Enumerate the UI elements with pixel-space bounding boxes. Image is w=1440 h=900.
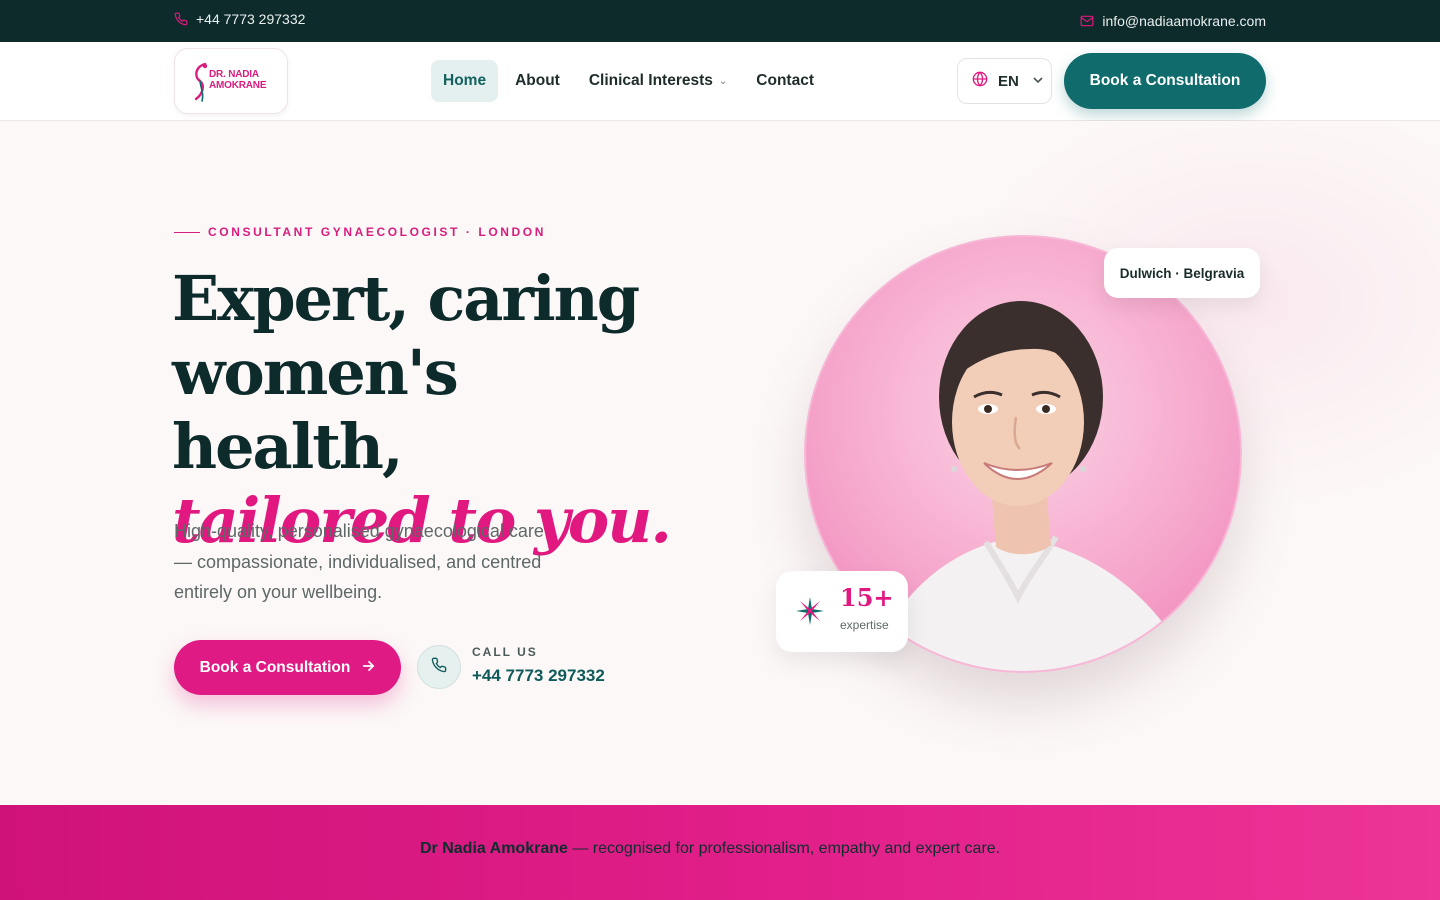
arrow-right-icon [362, 659, 375, 677]
mail-icon [1080, 15, 1094, 27]
expertise-stat-card: 15+ expertise [776, 571, 908, 652]
topbar-email-text: info@nadiaamokrane.com [1102, 13, 1266, 29]
location-badge-text: Dulwich · Belgravia [1119, 265, 1245, 281]
hero-title-line-1: Expert, caring [172, 262, 640, 335]
recognition-rest: — recognised for professionalism, empath… [567, 840, 1001, 857]
logo-line-2: AMOKRANE [209, 80, 267, 91]
topbar-phone[interactable]: +44 7773 297332 [174, 11, 305, 27]
nav-item-label: Contact [756, 72, 814, 89]
globe-icon [972, 71, 988, 91]
stat-label: expertise [840, 618, 889, 632]
eyebrow-text: CONSULTANT GYNAECOLOGIST · LONDON [208, 225, 547, 239]
hero-title: Expert, caring women's health, tailored … [172, 262, 692, 558]
logo-mark-icon [191, 61, 211, 108]
header-book-consultation-button[interactable]: Book a Consultation [1064, 53, 1266, 109]
top-contact-bar: +44 7773 297332 info@nadiaamokrane.com [0, 0, 1440, 42]
phone-icon [174, 12, 188, 26]
button-label: Book a Consultation [199, 658, 351, 676]
logo-line-1: DR. NADIA [209, 69, 259, 80]
hero-lead: High-quality, personalised gynaecologica… [174, 521, 544, 602]
logo-text: DR. NADIA AMOKRANE [209, 69, 279, 91]
compass-star-icon [794, 595, 826, 632]
nav-item-home[interactable]: Home [431, 60, 499, 102]
topbar-email[interactable]: info@nadiaamokrane.com [1080, 13, 1266, 29]
phone-icon [431, 657, 447, 678]
site-header: DR. NADIA AMOKRANE Home About Clinical I… [0, 42, 1440, 121]
recognition-text: Dr Nadia Amokrane — recognised for profe… [420, 840, 1020, 858]
nav-item-clinical-interests[interactable]: Clinical Interests ⌄ [577, 60, 739, 102]
hero-book-consultation-button[interactable]: Book a Consultation [174, 640, 401, 695]
recognition-name: Dr Nadia Amokrane [420, 840, 568, 857]
nav-item-about[interactable]: About [503, 60, 572, 102]
hero-title-line-2: women's health, [172, 336, 459, 483]
language-selector[interactable]: EN [957, 58, 1052, 104]
nav-item-label: Home [443, 72, 487, 89]
call-us-number[interactable]: +44 7773 297332 [472, 666, 605, 686]
call-us-label: CALL US [472, 645, 538, 659]
chevron-down-icon: ⌄ [718, 75, 728, 87]
hero-eyebrow: CONSULTANT GYNAECOLOGIST · LONDON [174, 225, 546, 239]
stat-value: 15+ [840, 583, 894, 612]
nav-item-contact[interactable]: Contact [744, 60, 826, 102]
location-badge: Dulwich · Belgravia [1104, 248, 1260, 298]
call-button[interactable] [417, 645, 461, 689]
nav-item-label: Clinical Interests [588, 72, 713, 89]
logo[interactable]: DR. NADIA AMOKRANE [174, 48, 288, 114]
button-label: Book a Consultation [1089, 72, 1241, 89]
main-nav: Home About Clinical Interests ⌄ Contact [431, 60, 831, 102]
eyebrow-divider [174, 231, 200, 233]
language-value: EN [998, 72, 1019, 90]
topbar-phone-text: +44 7773 297332 [196, 11, 306, 27]
nav-item-label: About [515, 72, 560, 89]
chevron-down-icon [1033, 75, 1043, 87]
